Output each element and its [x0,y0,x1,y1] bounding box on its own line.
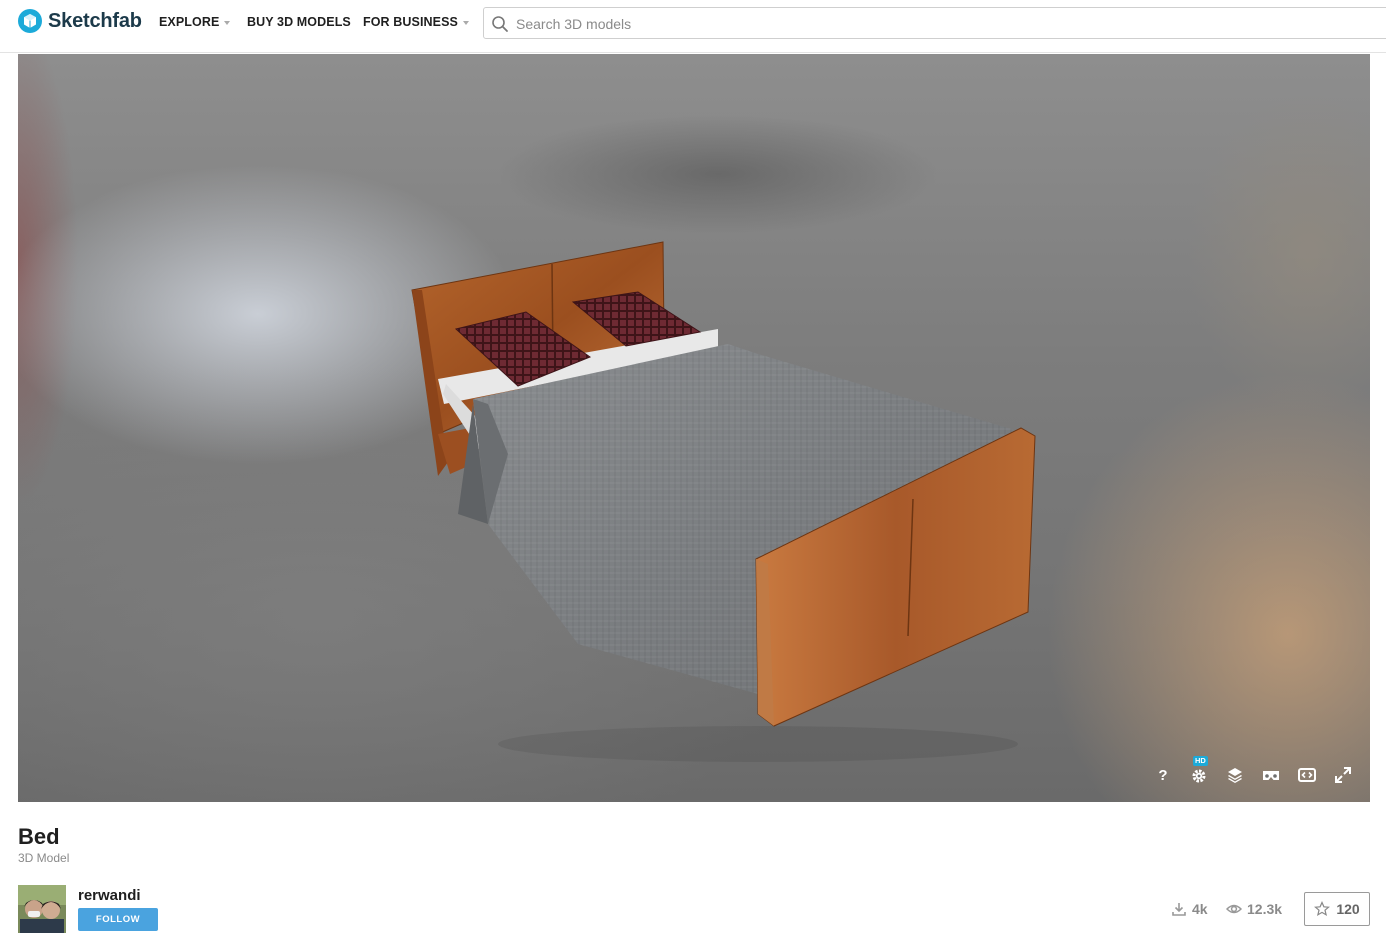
question-icon: ? [1158,767,1167,784]
vr-headset-icon [1263,771,1279,780]
fullscreen-button[interactable] [1334,766,1352,784]
avatar-image [18,885,66,933]
downloads-stat: 4k [1171,901,1208,917]
layers-button[interactable] [1226,766,1244,784]
viewer-controls: ? HD [1154,756,1352,784]
download-icon [1172,903,1186,916]
bed-model-render[interactable] [18,54,1370,802]
top-navigation-bar: Sketchfab EXPLORE BUY 3D MODELS FOR BUSI… [0,0,1386,53]
help-button[interactable]: ? [1154,766,1172,784]
follow-button[interactable]: FOLLOW [78,908,158,931]
likes-count: 120 [1336,901,1360,917]
star-icon [1314,901,1331,917]
nav-for-business[interactable]: FOR BUSINESS [363,15,469,29]
model-type-label: 3D Model [18,851,70,865]
nav-explore[interactable]: EXPLORE [159,15,231,29]
fullscreen-icon [1335,767,1351,783]
chevron-down-icon [224,20,231,25]
author-name[interactable]: rerwandi [78,887,141,904]
model-title: Bed [18,824,60,849]
search-input[interactable] [514,8,1378,40]
views-count: 12.3k [1247,901,1283,917]
nav-buy-label: BUY 3D MODELS [247,15,351,29]
nav-business-label: FOR BUSINESS [363,15,458,29]
embed-icon [1298,768,1316,782]
settings-button[interactable]: HD [1190,756,1208,784]
model-viewer[interactable]: ? HD [18,54,1370,802]
hd-badge: HD [1193,756,1208,766]
search-icon [492,16,508,32]
embed-button[interactable] [1298,766,1316,784]
nav-explore-label: EXPLORE [159,15,220,29]
sketchfab-logo[interactable]: Sketchfab [18,8,142,34]
eye-icon [1226,904,1242,914]
svg-text:?: ? [1158,767,1167,784]
layers-icon [1228,768,1242,783]
search-box [483,7,1386,40]
logo-wordmark: Sketchfab [48,9,142,32]
views-stat: 12.3k [1226,901,1282,917]
downloads-count: 4k [1192,901,1208,917]
chevron-down-icon [462,20,469,25]
nav-buy-3d-models[interactable]: BUY 3D MODELS [247,15,351,29]
gear-icon [1192,769,1206,783]
like-button[interactable]: 120 [1304,892,1370,926]
avatar[interactable] [18,885,66,933]
sketchfab-logo-icon [18,9,42,33]
vr-button[interactable] [1262,766,1280,784]
